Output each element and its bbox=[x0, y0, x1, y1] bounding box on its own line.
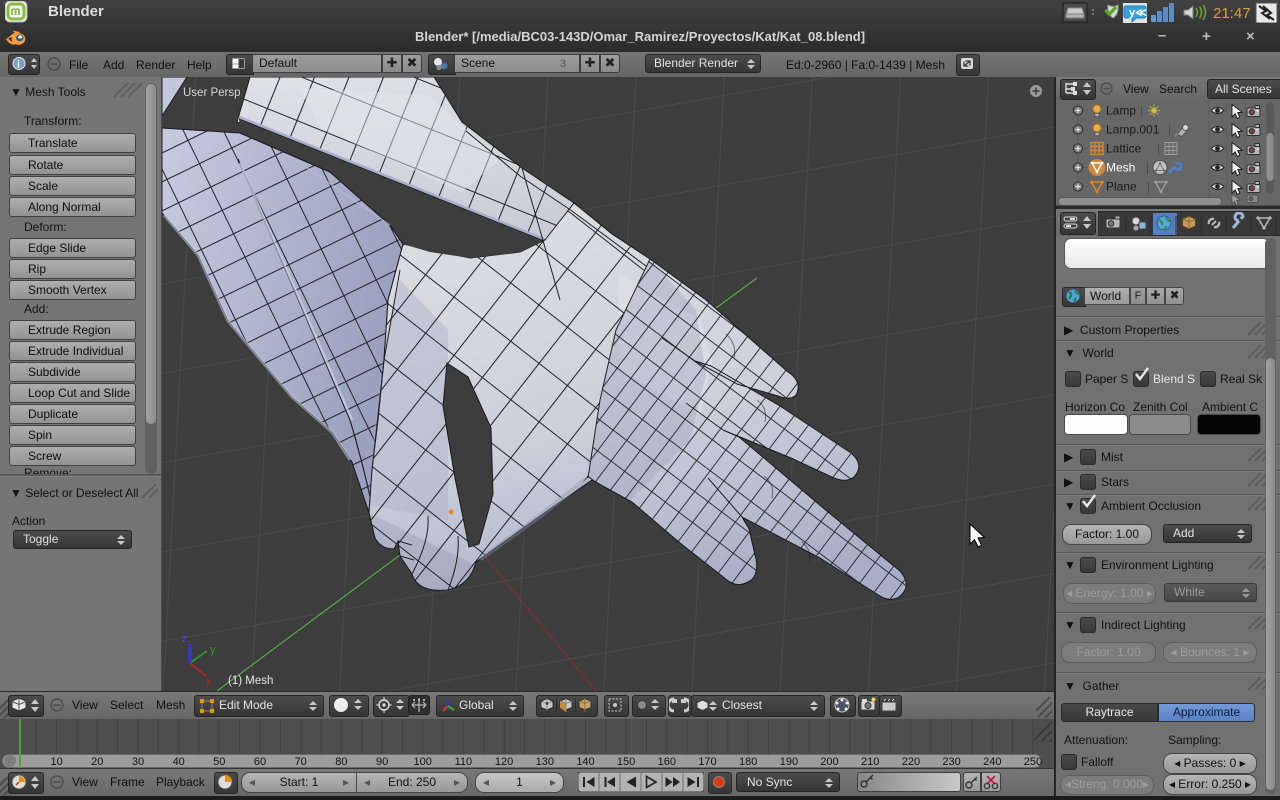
svg-text:190: 190 bbox=[780, 756, 798, 768]
svg-text:50: 50 bbox=[213, 756, 225, 768]
svg-text:x: x bbox=[206, 676, 212, 688]
svg-text:Lamp.001: Lamp.001 bbox=[1106, 123, 1160, 137]
svg-text:User Persp: User Persp bbox=[183, 87, 241, 99]
svg-text:Lamp: Lamp bbox=[1106, 104, 1136, 118]
svg-text:|: | bbox=[1147, 180, 1150, 194]
svg-text:i: i bbox=[17, 60, 20, 71]
svg-text:y≪: y≪ bbox=[1129, 7, 1147, 19]
svg-text:21:47: 21:47 bbox=[1213, 5, 1251, 22]
svg-text:70: 70 bbox=[295, 756, 307, 768]
svg-text:20: 20 bbox=[91, 756, 103, 768]
svg-text:|: | bbox=[1168, 123, 1171, 137]
svg-text:60: 60 bbox=[254, 756, 266, 768]
svg-text:|: | bbox=[1140, 104, 1143, 118]
svg-text:250: 250 bbox=[1024, 756, 1042, 768]
svg-text:10: 10 bbox=[50, 756, 62, 768]
svg-text:80: 80 bbox=[335, 756, 347, 768]
svg-text:220: 220 bbox=[902, 756, 920, 768]
svg-text:180: 180 bbox=[739, 756, 757, 768]
svg-text:(1) Mesh: (1) Mesh bbox=[228, 675, 273, 687]
svg-text:y: y bbox=[210, 644, 216, 656]
svg-text:170: 170 bbox=[698, 756, 716, 768]
svg-text:230: 230 bbox=[942, 756, 960, 768]
svg-text:100: 100 bbox=[414, 756, 432, 768]
svg-text:150: 150 bbox=[617, 756, 635, 768]
svg-text:110: 110 bbox=[455, 756, 473, 768]
svg-text:200: 200 bbox=[820, 756, 838, 768]
svg-text:|: | bbox=[1157, 142, 1160, 156]
svg-text:Lattice: Lattice bbox=[1106, 142, 1142, 156]
svg-text:40: 40 bbox=[173, 756, 185, 768]
svg-text:Plane: Plane bbox=[1106, 180, 1137, 194]
svg-text:160: 160 bbox=[658, 756, 676, 768]
svg-text:210: 210 bbox=[861, 756, 879, 768]
svg-text:240: 240 bbox=[983, 756, 1001, 768]
svg-text:130: 130 bbox=[536, 756, 554, 768]
svg-text:140: 140 bbox=[576, 756, 594, 768]
svg-text:120: 120 bbox=[495, 756, 513, 768]
svg-text:90: 90 bbox=[376, 756, 388, 768]
svg-text:|: | bbox=[1146, 161, 1149, 175]
svg-text:Mesh: Mesh bbox=[1106, 161, 1135, 175]
svg-text:30: 30 bbox=[132, 756, 144, 768]
svg-text:z: z bbox=[182, 633, 188, 645]
